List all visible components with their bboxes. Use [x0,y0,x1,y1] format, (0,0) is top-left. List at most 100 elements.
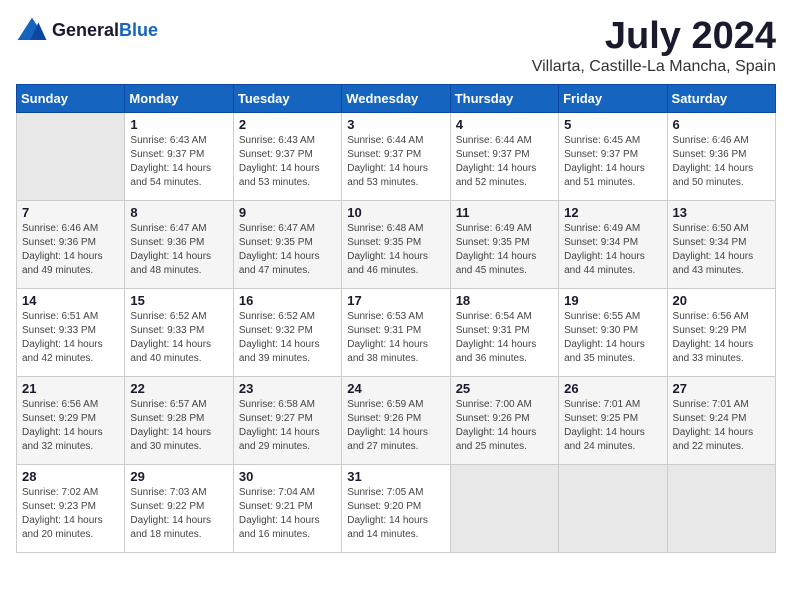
day-number: 25 [456,381,553,396]
calendar-row: 1 Sunrise: 6:43 AMSunset: 9:37 PMDaylight… [17,112,776,200]
day-info: Sunrise: 7:01 AMSunset: 9:25 PMDaylight:… [564,398,661,454]
day-number: 18 [456,293,553,308]
day-info: Sunrise: 6:53 AMSunset: 9:31 PMDaylight:… [347,310,444,366]
day-number: 31 [347,469,444,484]
calendar-cell: 15Sunrise: 6:52 AMSunset: 9:33 PMDayligh… [125,288,233,376]
calendar-table: SundayMondayTuesdayWednesdayThursdayFrid… [16,84,776,553]
day-number: 7 [22,205,119,220]
header-day: Thursday [450,84,558,112]
day-number: 16 [239,293,336,308]
month-title: July 2024 [532,16,776,58]
day-number: 6 [673,117,770,132]
calendar-cell: 19 Sunrise: 6:55 AMSunset: 9:30 PMDayligh… [559,288,667,376]
day-info: Sunrise: 6:44 AMSunset: 9:37 PMDaylight:… [347,134,444,190]
day-number: 27 [673,381,770,396]
day-info: Sunrise: 6:44 AMSunset: 9:37 PMDaylight:… [456,134,553,190]
header-day: Sunday [17,84,125,112]
day-number: 26 [564,381,661,396]
calendar-cell [559,464,667,552]
calendar-cell: 5Sunrise: 6:45 AMSunset: 9:37 PMDaylight… [559,112,667,200]
day-number: 20 [673,293,770,308]
day-number: 22 [130,381,227,396]
header-row: SundayMondayTuesdayWednesdayThursdayFrid… [17,84,776,112]
day-info: Sunrise: 6:52 AMSunset: 9:32 PMDaylight:… [239,310,336,366]
calendar-cell: 21Sunrise: 6:56 AMSunset: 9:29 PMDayligh… [17,376,125,464]
logo-icon [16,16,48,44]
calendar-cell: 18 Sunrise: 6:54 AMSunset: 9:31 PMDayligh… [450,288,558,376]
calendar-cell: 7 Sunrise: 6:46 AMSunset: 9:36 PMDaylight… [17,200,125,288]
day-info: Sunrise: 6:54 AMSunset: 9:31 PMDaylight:… [456,310,553,366]
day-info: Sunrise: 6:49 AMSunset: 9:34 PMDaylight:… [564,222,661,278]
calendar-cell: 29Sunrise: 7:03 AMSunset: 9:22 PMDayligh… [125,464,233,552]
header-day: Friday [559,84,667,112]
calendar-cell: 23Sunrise: 6:58 AMSunset: 9:27 PMDayligh… [233,376,341,464]
calendar-cell: 28Sunrise: 7:02 AMSunset: 9:23 PMDayligh… [17,464,125,552]
day-info: Sunrise: 6:57 AMSunset: 9:28 PMDaylight:… [130,398,227,454]
day-number: 13 [673,205,770,220]
day-info: Sunrise: 6:43 AMSunset: 9:37 PMDaylight:… [130,134,227,190]
calendar-row: 7 Sunrise: 6:46 AMSunset: 9:36 PMDaylight… [17,200,776,288]
day-info: Sunrise: 6:58 AMSunset: 9:27 PMDaylight:… [239,398,336,454]
day-info: Sunrise: 7:05 AMSunset: 9:20 PMDaylight:… [347,486,444,542]
day-info: Sunrise: 6:48 AMSunset: 9:35 PMDaylight:… [347,222,444,278]
day-number: 21 [22,381,119,396]
day-number: 9 [239,205,336,220]
calendar-cell: 17 Sunrise: 6:53 AMSunset: 9:31 PMDayligh… [342,288,450,376]
calendar-cell: 27 Sunrise: 7:01 AMSunset: 9:24 PMDayligh… [667,376,775,464]
calendar-row: 28Sunrise: 7:02 AMSunset: 9:23 PMDayligh… [17,464,776,552]
calendar-cell: 2Sunrise: 6:43 AMSunset: 9:37 PMDaylight… [233,112,341,200]
day-info: Sunrise: 6:47 AMSunset: 9:36 PMDaylight:… [130,222,227,278]
day-info: Sunrise: 6:49 AMSunset: 9:35 PMDaylight:… [456,222,553,278]
calendar-cell: 4Sunrise: 6:44 AMSunset: 9:37 PMDaylight… [450,112,558,200]
day-info: Sunrise: 6:47 AMSunset: 9:35 PMDaylight:… [239,222,336,278]
title-area: July 2024 Villarta, Castille-La Mancha, … [532,16,776,76]
calendar-cell: 30 Sunrise: 7:04 AMSunset: 9:21 PMDayligh… [233,464,341,552]
header-day: Wednesday [342,84,450,112]
calendar-cell: 24Sunrise: 6:59 AMSunset: 9:26 PMDayligh… [342,376,450,464]
day-info: Sunrise: 6:50 AMSunset: 9:34 PMDaylight:… [673,222,770,278]
day-number: 8 [130,205,227,220]
calendar-cell: 9 Sunrise: 6:47 AMSunset: 9:35 PMDaylight… [233,200,341,288]
day-number: 1 [130,117,227,132]
calendar-cell: 6 Sunrise: 6:46 AMSunset: 9:36 PMDaylight… [667,112,775,200]
day-info: Sunrise: 7:01 AMSunset: 9:24 PMDaylight:… [673,398,770,454]
day-number: 3 [347,117,444,132]
calendar-cell: 8 Sunrise: 6:47 AMSunset: 9:36 PMDaylight… [125,200,233,288]
calendar-cell: 12 Sunrise: 6:49 AMSunset: 9:34 PMDayligh… [559,200,667,288]
calendar-cell: 11Sunrise: 6:49 AMSunset: 9:35 PMDayligh… [450,200,558,288]
day-info: Sunrise: 7:02 AMSunset: 9:23 PMDaylight:… [22,486,119,542]
calendar-cell [450,464,558,552]
calendar-cell: 1 Sunrise: 6:43 AMSunset: 9:37 PMDaylight… [125,112,233,200]
header-day: Saturday [667,84,775,112]
calendar-cell: 3 Sunrise: 6:44 AMSunset: 9:37 PMDaylight… [342,112,450,200]
day-number: 10 [347,205,444,220]
day-number: 12 [564,205,661,220]
calendar-cell: 13 Sunrise: 6:50 AMSunset: 9:34 PMDayligh… [667,200,775,288]
calendar-row: 21Sunrise: 6:56 AMSunset: 9:29 PMDayligh… [17,376,776,464]
day-number: 24 [347,381,444,396]
day-info: Sunrise: 7:04 AMSunset: 9:21 PMDaylight:… [239,486,336,542]
page-header: GeneralBlue July 2024 Villarta, Castille… [16,16,776,76]
header-day: Tuesday [233,84,341,112]
calendar-cell: 10 Sunrise: 6:48 AMSunset: 9:35 PMDayligh… [342,200,450,288]
day-number: 30 [239,469,336,484]
logo: GeneralBlue [16,16,158,44]
day-number: 19 [564,293,661,308]
day-number: 17 [347,293,444,308]
calendar-cell [17,112,125,200]
day-number: 2 [239,117,336,132]
calendar-cell [667,464,775,552]
calendar-cell: 22 Sunrise: 6:57 AMSunset: 9:28 PMDayligh… [125,376,233,464]
calendar-cell: 26 Sunrise: 7:01 AMSunset: 9:25 PMDayligh… [559,376,667,464]
calendar-cell: 20 Sunrise: 6:56 AMSunset: 9:29 PMDayligh… [667,288,775,376]
location-title: Villarta, Castille-La Mancha, Spain [532,58,776,76]
day-info: Sunrise: 6:55 AMSunset: 9:30 PMDaylight:… [564,310,661,366]
day-info: Sunrise: 6:46 AMSunset: 9:36 PMDaylight:… [673,134,770,190]
day-number: 15 [130,293,227,308]
day-info: Sunrise: 6:46 AMSunset: 9:36 PMDaylight:… [22,222,119,278]
day-info: Sunrise: 6:56 AMSunset: 9:29 PMDaylight:… [673,310,770,366]
calendar-cell: 25Sunrise: 7:00 AMSunset: 9:26 PMDayligh… [450,376,558,464]
header-day: Monday [125,84,233,112]
day-number: 29 [130,469,227,484]
logo-general: GeneralBlue [52,20,158,41]
